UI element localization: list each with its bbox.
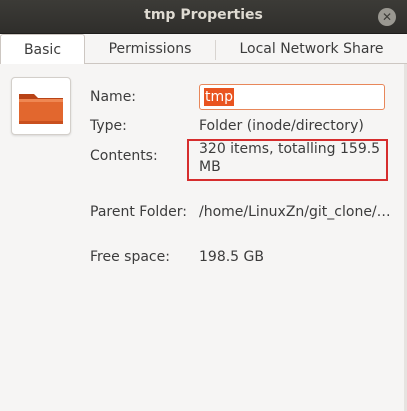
title-bar[interactable]: tmp Properties ✕ [0, 0, 407, 34]
tab-local-network-share[interactable]: Local Network Share [216, 34, 407, 64]
tab-basic[interactable]: Basic [0, 34, 85, 64]
parent-folder-value: /home/LinuxZn/git_clone/… [199, 204, 391, 220]
type-label: Type: [90, 118, 127, 134]
parent-folder-label: Parent Folder: [90, 204, 188, 220]
name-field[interactable]: tmp [199, 84, 385, 110]
properties-window: tmp Properties ✕ Basic Permissions Local… [0, 0, 407, 411]
highlight-box [187, 139, 388, 181]
contents-label: Contents: [90, 148, 158, 164]
name-field-value: tmp [204, 88, 235, 106]
close-icon[interactable]: ✕ [378, 8, 396, 26]
free-space-label: Free space: [90, 249, 170, 265]
type-value: Folder (inode/directory) [199, 118, 364, 134]
window-title: tmp Properties [144, 7, 263, 23]
tab-bar: Basic Permissions Local Network Share [0, 34, 407, 64]
free-space-value: 198.5 GB [199, 249, 264, 265]
name-label: Name: [90, 89, 137, 105]
folder-icon [11, 77, 71, 135]
tab-permissions[interactable]: Permissions [86, 34, 214, 64]
